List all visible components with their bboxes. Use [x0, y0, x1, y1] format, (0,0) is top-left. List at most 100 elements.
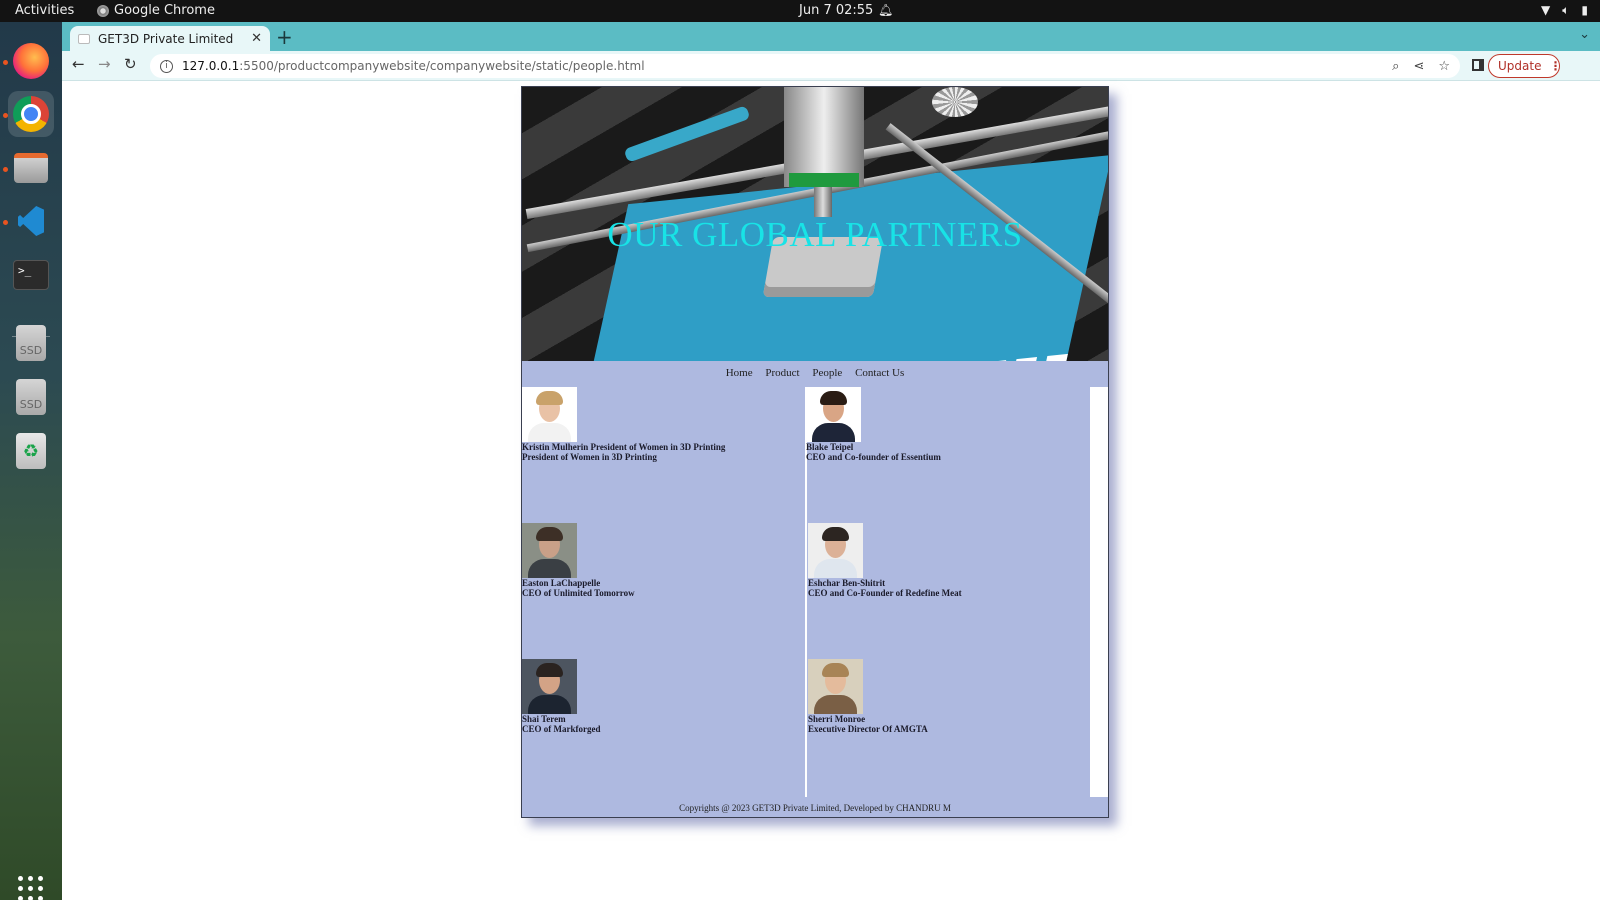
- ssd-drive-icon: SSD: [16, 379, 46, 415]
- partner-card: Blake Teipel CEO and Co-founder of Essen…: [806, 387, 1086, 462]
- partner-photo: [522, 387, 577, 442]
- more-menu-icon: ⋮: [1549, 59, 1562, 73]
- chrome-icon: [13, 96, 49, 132]
- right-gutter: [1090, 387, 1108, 797]
- back-button[interactable]: ←: [72, 55, 85, 73]
- gear-image: [932, 87, 978, 117]
- partner-role: CEO of Unlimited Tomorrow: [522, 588, 635, 598]
- nav-contact-link[interactable]: Contact Us: [855, 367, 904, 379]
- portrait-hair: [536, 663, 563, 677]
- tab-search-chevron-icon[interactable]: ⌄: [1579, 27, 1590, 42]
- partner-card: Eshchar Ben-Shitrit CEO and Co-Founder o…: [808, 523, 1088, 598]
- notification-bell-icon[interactable]: 🔔︎: [878, 3, 893, 17]
- clock[interactable]: Jun 7 02:55: [799, 3, 873, 18]
- update-button[interactable]: Update ⋮: [1488, 54, 1562, 78]
- portrait-hair: [820, 391, 847, 405]
- portrait-body: [814, 559, 857, 578]
- partner-role: CEO and Co-founder of Essentium: [806, 452, 941, 462]
- portrait-body: [528, 695, 571, 714]
- partner-name: Eshchar Ben-Shitrit: [808, 578, 886, 588]
- partner-photo: [806, 387, 861, 442]
- partner-role: CEO and Co-Founder of Redefine Meat: [808, 588, 962, 598]
- files-icon: [14, 153, 48, 183]
- zoom-icon[interactable]: ⌕: [1392, 59, 1399, 74]
- partner-photo: [522, 523, 577, 578]
- portrait-hair: [822, 663, 849, 677]
- update-label: Update: [1498, 59, 1542, 73]
- page-favicon-icon: [78, 33, 90, 44]
- portrait-hair: [822, 527, 849, 541]
- partner-role: CEO of Markforged: [522, 724, 601, 734]
- partner-role: Executive Director Of AMGTA: [808, 724, 928, 734]
- tab-strip: GET3D Private Limited ✕ + ⌄: [62, 22, 1600, 51]
- url-path: :5500/productcompanywebsite/companywebsi…: [239, 59, 645, 73]
- partner-card: Kristin Mulherin President of Women in 3…: [522, 387, 802, 462]
- firefox-icon: [13, 43, 49, 79]
- partner-photo: [522, 659, 577, 714]
- app-grid-icon[interactable]: [18, 876, 44, 900]
- partner-photo: [808, 659, 863, 714]
- reload-button[interactable]: ↻: [124, 55, 137, 73]
- side-panel-icon[interactable]: [1472, 59, 1484, 71]
- partner-name: Kristin Mulherin President of Women in 3…: [522, 442, 726, 452]
- chrome-launcher[interactable]: [8, 91, 54, 137]
- new-tab-button[interactable]: +: [276, 25, 293, 49]
- wifi-icon: ▼: [1540, 3, 1551, 17]
- trash-icon: ♻: [16, 433, 46, 469]
- partner-name: Shai Terem: [522, 714, 566, 724]
- print-head-image: [784, 87, 864, 187]
- url-host: 127.0.0.1: [182, 59, 240, 73]
- close-tab-icon[interactable]: ✕: [251, 31, 262, 46]
- chrome-small-icon: [97, 4, 109, 17]
- partners-grid: Kristin Mulherin President of Women in 3…: [522, 387, 1090, 797]
- share-icon[interactable]: ⋖: [1413, 59, 1424, 74]
- nav-home-link[interactable]: Home: [726, 367, 753, 379]
- portrait-body: [528, 423, 571, 442]
- ssd-drive-icon: SSD: [16, 325, 46, 361]
- portrait-body: [812, 423, 855, 442]
- trash-launcher[interactable]: ♻: [8, 428, 54, 474]
- site-nav: Home Product People Contact Us: [522, 367, 1108, 379]
- portrait-hair: [536, 527, 563, 541]
- files-launcher[interactable]: [8, 145, 54, 191]
- partner-card: Sherri Monroe Executive Director Of AMGT…: [808, 659, 1088, 734]
- battery-icon: ▮: [1581, 3, 1588, 17]
- app-name: Google Chrome: [114, 3, 215, 18]
- hero-banner: OUR GLOBAL PARTNERS: [522, 87, 1108, 361]
- partner-name: Sherri Monroe: [808, 714, 866, 724]
- portrait-body: [814, 695, 857, 714]
- browser-window: GET3D Private Limited ✕ + ⌄ ← → ↻ i 127.…: [62, 22, 1600, 900]
- page-title: OUR GLOBAL PARTNERS: [607, 215, 1023, 254]
- portrait-hair: [536, 391, 563, 405]
- nav-people-link[interactable]: People: [812, 367, 842, 379]
- system-status-area[interactable]: ▼ 🔈︎ ▮: [1541, 3, 1588, 18]
- site-info-icon[interactable]: i: [160, 59, 173, 73]
- firefox-launcher[interactable]: [8, 38, 54, 84]
- activities-button[interactable]: Activities: [15, 3, 74, 18]
- site-container: OUR GLOBAL PARTNERS Home Product People …: [521, 86, 1109, 818]
- system-top-bar: Activities Google Chrome Jun 7 02:55 🔔︎ …: [0, 0, 1600, 22]
- browser-toolbar: ← → ↻ i 127.0.0.1 :5500/productcompanywe…: [62, 51, 1600, 81]
- partner-card: Shai Terem CEO of Markforged: [522, 659, 802, 734]
- vscode-launcher[interactable]: [8, 198, 54, 244]
- bookmark-star-icon[interactable]: ☆: [1438, 59, 1450, 74]
- wrench-image: [623, 105, 751, 163]
- vscode-icon: [14, 204, 48, 238]
- ssd-drive-launcher[interactable]: SSD: [8, 374, 54, 420]
- nav-product-link[interactable]: Product: [765, 367, 799, 379]
- volume-icon: 🔈︎: [1562, 3, 1570, 17]
- partner-name: Easton LaChappelle: [522, 578, 601, 588]
- partner-name: Blake Teipel: [806, 442, 854, 452]
- app-menu[interactable]: Google Chrome: [97, 3, 215, 18]
- partner-role: President of Women in 3D Printing: [522, 452, 657, 462]
- partner-photo: [808, 523, 863, 578]
- tab-title: GET3D Private Limited: [98, 31, 234, 46]
- tab-get3d[interactable]: GET3D Private Limited ✕: [70, 26, 270, 51]
- ssd-drive-launcher[interactable]: SSD: [8, 320, 54, 366]
- terminal-icon: >_: [13, 260, 49, 290]
- page-viewport: OUR GLOBAL PARTNERS Home Product People …: [62, 82, 1600, 900]
- dock: >_ SSD SSD ♻: [0, 22, 62, 900]
- address-bar[interactable]: i 127.0.0.1 :5500/productcompanywebsite/…: [150, 54, 1460, 78]
- terminal-launcher[interactable]: >_: [8, 252, 54, 298]
- forward-button[interactable]: →: [98, 55, 111, 73]
